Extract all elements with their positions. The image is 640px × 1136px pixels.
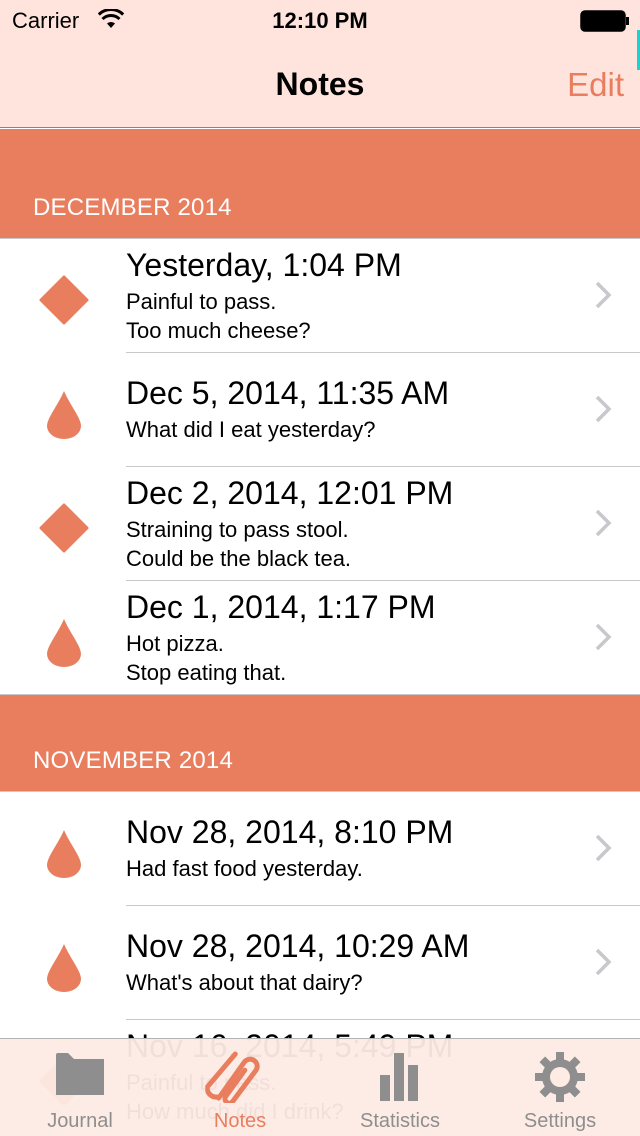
- note-date: Dec 5, 2014, 11:35 AM: [126, 375, 450, 411]
- note-row[interactable]: Nov 28, 2014, 10:29 AM What's about that…: [0, 906, 640, 1020]
- chevron-right-icon: [595, 281, 612, 309]
- chevron-right-icon: [595, 948, 612, 976]
- tab-notes[interactable]: Notes: [160, 1039, 320, 1136]
- drop-icon: [47, 619, 81, 667]
- note-text-line-2: Too much cheese?: [126, 318, 311, 343]
- note-row[interactable]: Yesterday, 1:04 PM Painful to pass. Too …: [0, 239, 640, 353]
- notes-list: DECEMBER 2014 Yesterday, 1:04 PM Painful…: [0, 129, 640, 1134]
- note-row[interactable]: Dec 2, 2014, 12:01 PM Straining to pass …: [0, 467, 640, 581]
- drop-icon: [47, 391, 81, 439]
- battery-icon: [580, 10, 629, 32]
- status-bar: Carrier 12:10 PM: [0, 0, 640, 40]
- paperclip-icon: [205, 1051, 260, 1103]
- note-row[interactable]: Nov 28, 2014, 8:10 PM Had fast food yest…: [0, 792, 640, 906]
- bar-chart-icon: [380, 1053, 418, 1101]
- tab-label: Journal: [47, 1110, 113, 1132]
- folder-icon: [56, 1053, 104, 1095]
- note-text-line-2: Could be the black tea.: [126, 546, 352, 571]
- note-date: Nov 28, 2014, 10:29 AM: [126, 928, 470, 964]
- gear-icon: [535, 1052, 585, 1102]
- note-text-line-1: Straining to pass stool.: [126, 517, 349, 542]
- page-title: Notes: [275, 66, 365, 102]
- tab-journal[interactable]: Journal: [0, 1039, 160, 1136]
- chevron-right-icon: [595, 623, 612, 651]
- tab-label: Statistics: [359, 1110, 441, 1132]
- note-text-line-1: Hot pizza.: [126, 631, 224, 656]
- diamond-icon: [39, 503, 89, 553]
- note-text-line-1: Had fast food yesterday.: [126, 856, 363, 881]
- note-date: Yesterday, 1:04 PM: [126, 247, 402, 283]
- note-row[interactable]: Dec 1, 2014, 1:17 PM Hot pizza. Stop eat…: [0, 581, 640, 695]
- edit-button[interactable]: Edit: [567, 66, 624, 104]
- chevron-right-icon: [595, 834, 612, 862]
- section-header: DECEMBER 2014: [0, 129, 640, 239]
- drop-icon: [47, 830, 81, 878]
- section-title: DECEMBER 2014: [33, 194, 232, 221]
- tab-statistics[interactable]: Statistics: [320, 1039, 480, 1136]
- tab-settings[interactable]: Settings: [480, 1039, 640, 1136]
- note-date: Nov 28, 2014, 8:10 PM: [126, 814, 454, 850]
- note-date: Dec 2, 2014, 12:01 PM: [126, 475, 454, 511]
- section-title: NOVEMBER 2014: [33, 747, 234, 774]
- clock: 12:10 PM: [272, 8, 368, 33]
- tab-label: Notes: [213, 1110, 267, 1132]
- tab-bar: Journal Notes Statistics Settings: [0, 1038, 640, 1136]
- note-date: Dec 1, 2014, 1:17 PM: [126, 589, 436, 625]
- section-header: NOVEMBER 2014: [0, 695, 640, 792]
- chevron-right-icon: [595, 395, 612, 423]
- note-text-line-2: Stop eating that.: [126, 660, 287, 685]
- drop-icon: [47, 944, 81, 992]
- tab-label: Settings: [523, 1110, 597, 1132]
- note-row[interactable]: Dec 5, 2014, 11:35 AM What did I eat yes…: [0, 353, 640, 467]
- navigation-header: Carrier 12:10 PM Notes Edit: [0, 0, 640, 128]
- note-text-line-1: What did I eat yesterday?: [126, 417, 376, 442]
- diamond-icon: [39, 275, 89, 325]
- chevron-right-icon: [595, 509, 612, 537]
- note-text-line-1: What's about that dairy?: [126, 970, 363, 995]
- note-text-line-1: Painful to pass.: [126, 289, 277, 314]
